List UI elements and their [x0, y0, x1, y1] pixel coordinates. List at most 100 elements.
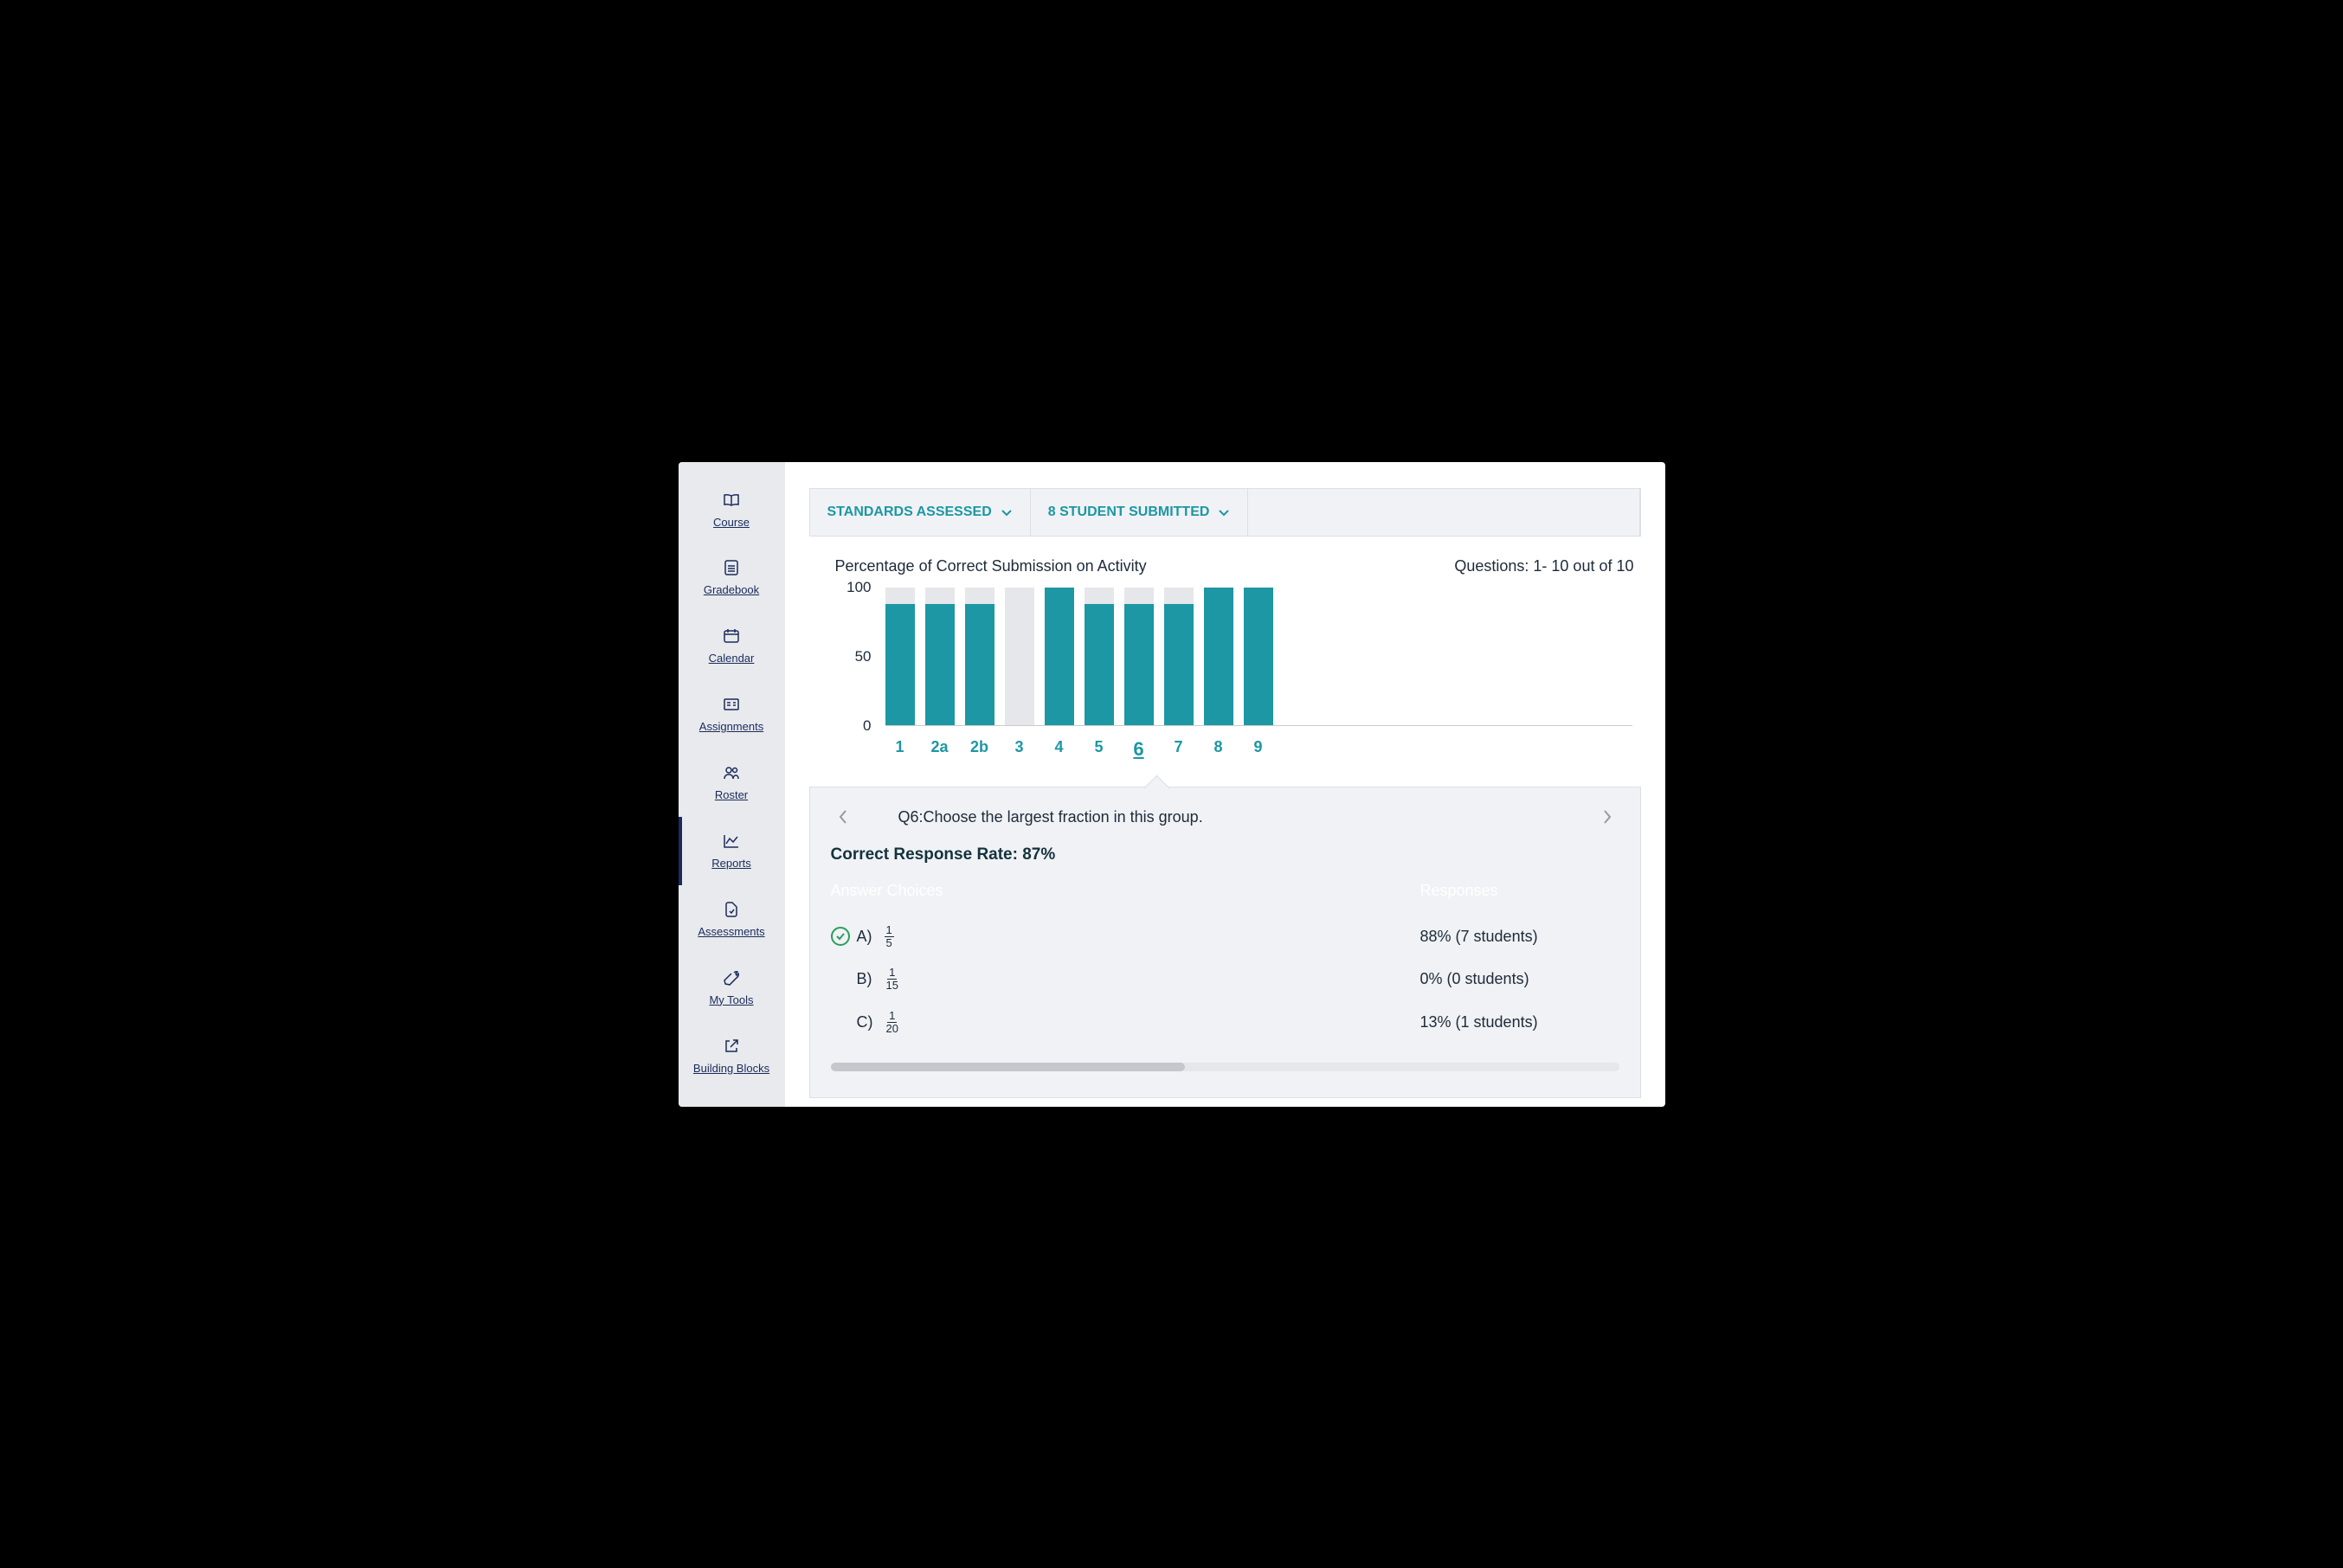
fraction: 15	[885, 924, 894, 950]
sidebar-item-roster[interactable]: Roster	[679, 749, 785, 817]
sidebar-label: My Tools	[709, 993, 753, 1008]
bar-5[interactable]	[1085, 588, 1114, 725]
bar-fill	[1204, 588, 1233, 725]
sidebar-label: Course	[713, 516, 750, 530]
question-text: Q6:Choose the largest fraction in this g…	[898, 808, 1595, 826]
dropdown-label: STANDARDS ASSESSED	[827, 504, 992, 520]
x-label-7[interactable]: 7	[1164, 738, 1194, 761]
x-axis-labels: 1 2a 2b 3456789	[885, 738, 1273, 761]
plot-area	[885, 588, 1632, 726]
sidebar-label: Building Blocks	[693, 1062, 769, 1076]
answer-row: C)120 13% (1 students)	[831, 1001, 1619, 1044]
answer-row: B)115 0% (0 students)	[831, 958, 1619, 1001]
app-screen: Course Gradebook Calendar Assignments Ro…	[679, 462, 1665, 1107]
sidebar-label: Assignments	[699, 720, 763, 735]
option-letter: B)	[857, 970, 885, 988]
dropdown-spacer	[1248, 489, 1639, 536]
y-tick: 50	[855, 648, 872, 665]
question-nav: Q6:Choose the largest fraction in this g…	[831, 808, 1619, 826]
bar-fill	[925, 604, 955, 725]
x-label-8[interactable]: 8	[1204, 738, 1233, 761]
bar-9[interactable]	[1244, 588, 1273, 725]
bar-fill	[1124, 604, 1154, 725]
calendar-icon	[721, 626, 742, 646]
bar-fill	[1085, 604, 1114, 725]
x-label-2b[interactable]: 2b	[965, 738, 994, 761]
sidebar-label: Calendar	[709, 652, 755, 666]
response-count: 88% (7 students)	[1420, 928, 1619, 946]
question-panel: Q6:Choose the largest fraction in this g…	[809, 787, 1641, 1099]
submitted-dropdown[interactable]: 8 STUDENT SUBMITTED	[1031, 489, 1249, 536]
x-label-3[interactable]: 3	[1005, 738, 1034, 761]
fraction: 120	[885, 1010, 900, 1036]
x-label-2a[interactable]: 2a	[925, 738, 955, 761]
external-link-icon	[721, 1036, 742, 1057]
x-label-6[interactable]: 6	[1124, 738, 1154, 761]
bar-background	[1005, 588, 1034, 725]
assignments-icon	[721, 694, 742, 715]
sidebar-label: Roster	[715, 788, 748, 803]
sidebar-label: Gradebook	[704, 583, 759, 598]
option-letter: C)	[857, 1013, 885, 1031]
sidebar-item-reports[interactable]: Reports	[679, 817, 785, 885]
x-label-5[interactable]: 5	[1085, 738, 1114, 761]
bar-3[interactable]	[1005, 588, 1034, 725]
sidebar-item-calendar[interactable]: Calendar	[679, 612, 785, 680]
fraction: 115	[885, 967, 900, 993]
bar-fill	[1045, 588, 1074, 725]
sidebar-item-buildingblocks[interactable]: Building Blocks	[679, 1022, 785, 1090]
assessments-icon	[721, 899, 742, 920]
sidebar: Course Gradebook Calendar Assignments Ro…	[679, 462, 785, 1107]
bar-6[interactable]	[1124, 588, 1154, 725]
dropdown-label: 8 STUDENT SUBMITTED	[1048, 504, 1210, 520]
bar-1[interactable]	[885, 588, 915, 725]
reports-icon	[721, 831, 742, 851]
y-tick: 0	[863, 717, 871, 735]
x-label-9[interactable]: 9	[1244, 738, 1273, 761]
gradebook-icon	[721, 557, 742, 578]
tablet-frame: Course Gradebook Calendar Assignments Ro…	[592, 410, 1752, 1159]
answer-choices-header: Answer Choices	[831, 882, 1420, 900]
sidebar-label: Reports	[711, 857, 751, 871]
response-count: 0% (0 students)	[1420, 970, 1619, 988]
response-count: 13% (1 students)	[1420, 1013, 1619, 1031]
option-letter: A)	[857, 928, 885, 946]
y-tick: 100	[846, 579, 871, 596]
sidebar-item-assignments[interactable]: Assignments	[679, 680, 785, 749]
next-question-chevron[interactable]	[1595, 808, 1619, 826]
horizontal-scrollbar[interactable]	[831, 1063, 1619, 1071]
chart-question-range: Questions: 1- 10 out of 10	[1454, 557, 1633, 575]
bar-2b[interactable]	[965, 588, 994, 725]
bar-2a[interactable]	[925, 588, 955, 725]
sidebar-item-course[interactable]: Course	[679, 476, 785, 544]
dropdown-row: STANDARDS ASSESSED 8 STUDENT SUBMITTED	[809, 488, 1641, 537]
prev-question-chevron[interactable]	[831, 808, 855, 826]
wrench-icon	[721, 967, 742, 988]
x-label-4[interactable]: 4	[1045, 738, 1074, 761]
sidebar-item-gradebook[interactable]: Gradebook	[679, 543, 785, 612]
question-prompt: Choose the largest fraction in this grou…	[924, 808, 1203, 826]
answer-row: A)15 88% (7 students)	[831, 916, 1619, 959]
responses-header: Responses	[1420, 882, 1619, 900]
chevron-down-icon	[1001, 508, 1013, 517]
sidebar-item-mytools[interactable]: My Tools	[679, 954, 785, 1022]
standards-dropdown[interactable]: STANDARDS ASSESSED	[810, 489, 1031, 536]
bar-fill	[965, 604, 994, 725]
book-icon	[721, 490, 742, 511]
x-label-1[interactable]: 1	[885, 738, 915, 761]
bar-fill	[1244, 588, 1273, 725]
bar-8[interactable]	[1204, 588, 1233, 725]
bar-fill	[885, 604, 915, 725]
answer-headers: Answer Choices Responses	[831, 882, 1619, 900]
chart: 100 50 0 12a2b3456789	[835, 588, 1641, 761]
roster-icon	[721, 762, 742, 783]
question-id: Q6:	[898, 808, 924, 826]
bar-4[interactable]	[1045, 588, 1074, 725]
chevron-down-icon	[1218, 508, 1230, 517]
main-content: STANDARDS ASSESSED 8 STUDENT SUBMITTED P…	[785, 462, 1665, 1107]
bar-7[interactable]	[1164, 588, 1194, 725]
sidebar-item-assessments[interactable]: Assessments	[679, 885, 785, 954]
scrollbar-thumb[interactable]	[831, 1063, 1186, 1071]
chart-header: Percentage of Correct Submission on Acti…	[835, 557, 1641, 575]
correct-response-rate: Correct Response Rate: 87%	[831, 845, 1619, 864]
